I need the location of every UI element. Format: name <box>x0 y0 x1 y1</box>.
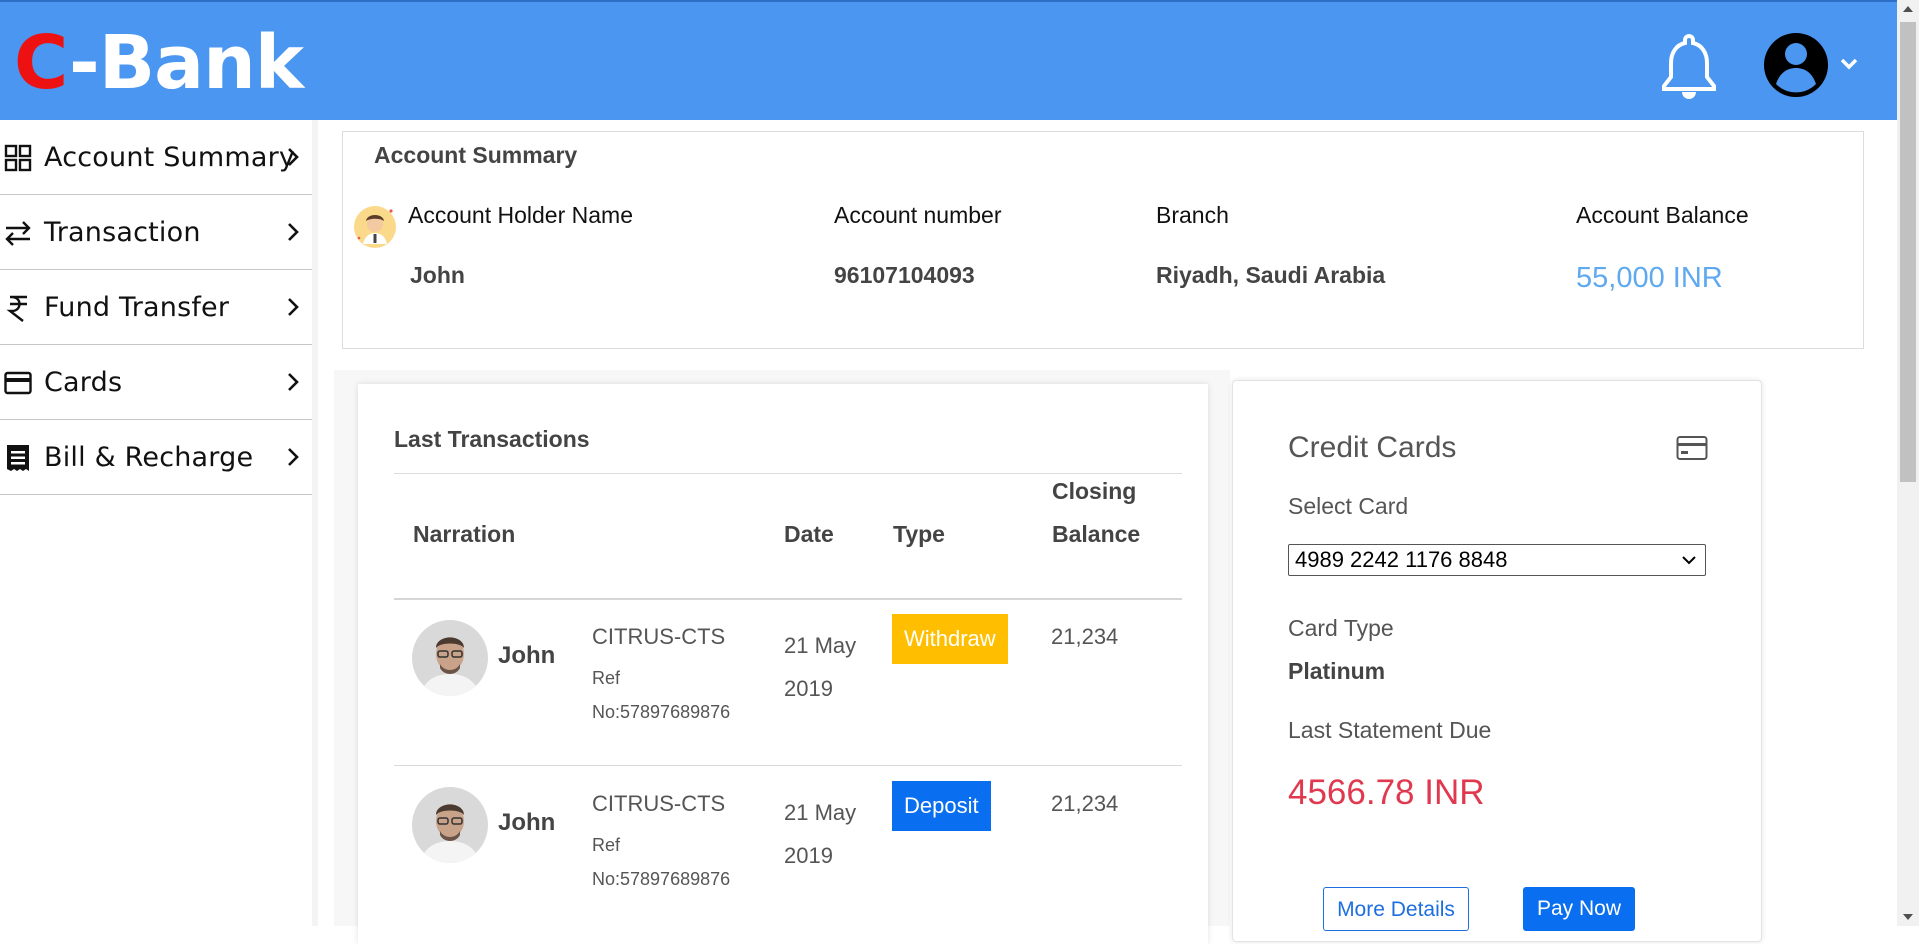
account-number-header: Account number <box>834 202 1002 228</box>
scroll-down-arrow-icon[interactable] <box>1903 914 1913 920</box>
transfer-arrows-icon <box>5 221 31 246</box>
withdraw-badge: Withdraw <box>892 614 1008 664</box>
last-transactions-card: Last Transactions Narration Date Type Cl… <box>358 384 1208 944</box>
row-narration: CITRUS-CTS <box>592 791 726 816</box>
holder-name-header: Account Holder Name <box>408 202 633 228</box>
closing-header-line1: Closing <box>1052 478 1137 504</box>
chevron-right-icon <box>288 298 299 316</box>
user-menu[interactable] <box>1762 32 1862 98</box>
holder-name-value: John <box>410 262 465 288</box>
last-statement-due-label: Last Statement Due <box>1288 717 1492 743</box>
chevron-right-icon <box>288 223 299 241</box>
sidebar: Account Summary Transaction Fund Transfe… <box>0 120 312 926</box>
sidebar-item-label: Bill & Recharge <box>44 442 254 473</box>
row-ref-label: Ref <box>592 835 621 855</box>
sidebar-item-fund-transfer[interactable]: Fund Transfer <box>0 270 312 345</box>
type-header: Type <box>893 521 945 547</box>
account-balance-value: 55,000 INR <box>1576 262 1723 294</box>
rupee-icon <box>6 295 27 322</box>
card-type-label: Card Type <box>1288 615 1394 641</box>
sidebar-item-label: Account Summary <box>44 142 296 173</box>
last-transactions-title: Last Transactions <box>394 426 590 452</box>
closing-balance-header: Closing Balance <box>1052 470 1140 556</box>
row-narration: CITRUS-CTS <box>592 624 726 649</box>
select-card-label: Select Card <box>1288 493 1409 519</box>
account-holder-avatar-icon <box>354 206 396 248</box>
card-icon <box>4 371 32 395</box>
logo-text: -Bank <box>69 20 304 106</box>
row-divider <box>394 765 1182 766</box>
card-select[interactable]: 4989 2242 1176 8848 <box>1288 544 1706 576</box>
table-row[interactable]: John CITRUS-CTS Ref No:57897689876 21 Ma… <box>394 767 1182 933</box>
sidebar-item-label: Cards <box>44 367 123 398</box>
credit-card-icon <box>1676 436 1708 460</box>
sidebar-item-transaction[interactable]: Transaction <box>0 195 312 270</box>
narration-header: Narration <box>413 521 516 547</box>
grid-icon <box>4 144 32 172</box>
sidebar-item-label: Transaction <box>44 217 201 248</box>
user-photo <box>412 620 488 696</box>
table-row[interactable]: John CITRUS-CTS Ref No:57897689876 21 Ma… <box>394 600 1182 766</box>
statement-due-amount: 4566.78 INR <box>1288 773 1485 812</box>
row-ref-number: No:57897689876 <box>592 869 731 889</box>
row-date: 21 May 2019 <box>784 633 857 701</box>
person-avatar-icon <box>412 620 488 696</box>
account-balance-header: Account Balance <box>1576 202 1749 228</box>
logo[interactable]: C-Bank <box>14 20 304 106</box>
row-ref-label: Ref <box>592 668 621 688</box>
pay-now-button[interactable]: Pay Now <box>1523 887 1635 931</box>
account-summary-panel: Account Summary Account Holder Name Acco… <box>342 131 1864 349</box>
credit-cards-card: Credit Cards Select Card 4989 2242 1176 … <box>1232 380 1762 942</box>
more-details-button[interactable]: More Details <box>1323 887 1469 931</box>
notification-bell-icon[interactable] <box>1660 34 1718 100</box>
row-closing-balance: 21,234 <box>1051 791 1119 816</box>
receipt-icon <box>7 445 29 471</box>
scroll-up-arrow-icon[interactable] <box>1903 6 1913 12</box>
row-name: John <box>498 809 556 836</box>
row-closing-balance: 21,234 <box>1051 624 1119 649</box>
deposit-badge: Deposit <box>892 781 991 831</box>
user-avatar-icon <box>1764 33 1858 97</box>
account-number-value: 96107104093 <box>834 262 975 288</box>
sidebar-item-account-summary[interactable]: Account Summary <box>0 120 312 195</box>
chevron-down-icon <box>1682 556 1696 565</box>
chevron-right-icon <box>288 448 299 466</box>
person-avatar-icon <box>412 787 488 863</box>
scrollbar-thumb[interactable] <box>1900 22 1916 482</box>
date-header: Date <box>784 521 834 547</box>
vertical-scrollbar[interactable] <box>1897 0 1919 926</box>
row-ref-number: No:57897689876 <box>592 702 731 722</box>
branch-value: Riyadh, Saudi Arabia <box>1156 262 1386 288</box>
sidebar-item-cards[interactable]: Cards <box>0 345 312 420</box>
user-photo <box>412 787 488 863</box>
logo-letter: C <box>14 20 70 106</box>
branch-header: Branch <box>1156 202 1229 228</box>
row-name: John <box>498 642 556 669</box>
top-header: C-Bank <box>0 0 1897 120</box>
sidebar-divider <box>312 120 318 926</box>
credit-cards-title: Credit Cards <box>1288 431 1457 464</box>
chevron-right-icon <box>288 148 299 166</box>
card-type-value: Platinum <box>1288 658 1386 684</box>
selected-card-number: 4989 2242 1176 8848 <box>1295 547 1508 572</box>
chevron-right-icon <box>288 373 299 391</box>
sidebar-item-label: Fund Transfer <box>44 292 230 323</box>
sidebar-item-bill-recharge[interactable]: Bill & Recharge <box>0 420 312 495</box>
closing-header-line2: Balance <box>1052 521 1141 547</box>
row-date: 21 May 2019 <box>784 800 857 868</box>
account-summary-title: Account Summary <box>374 142 578 168</box>
